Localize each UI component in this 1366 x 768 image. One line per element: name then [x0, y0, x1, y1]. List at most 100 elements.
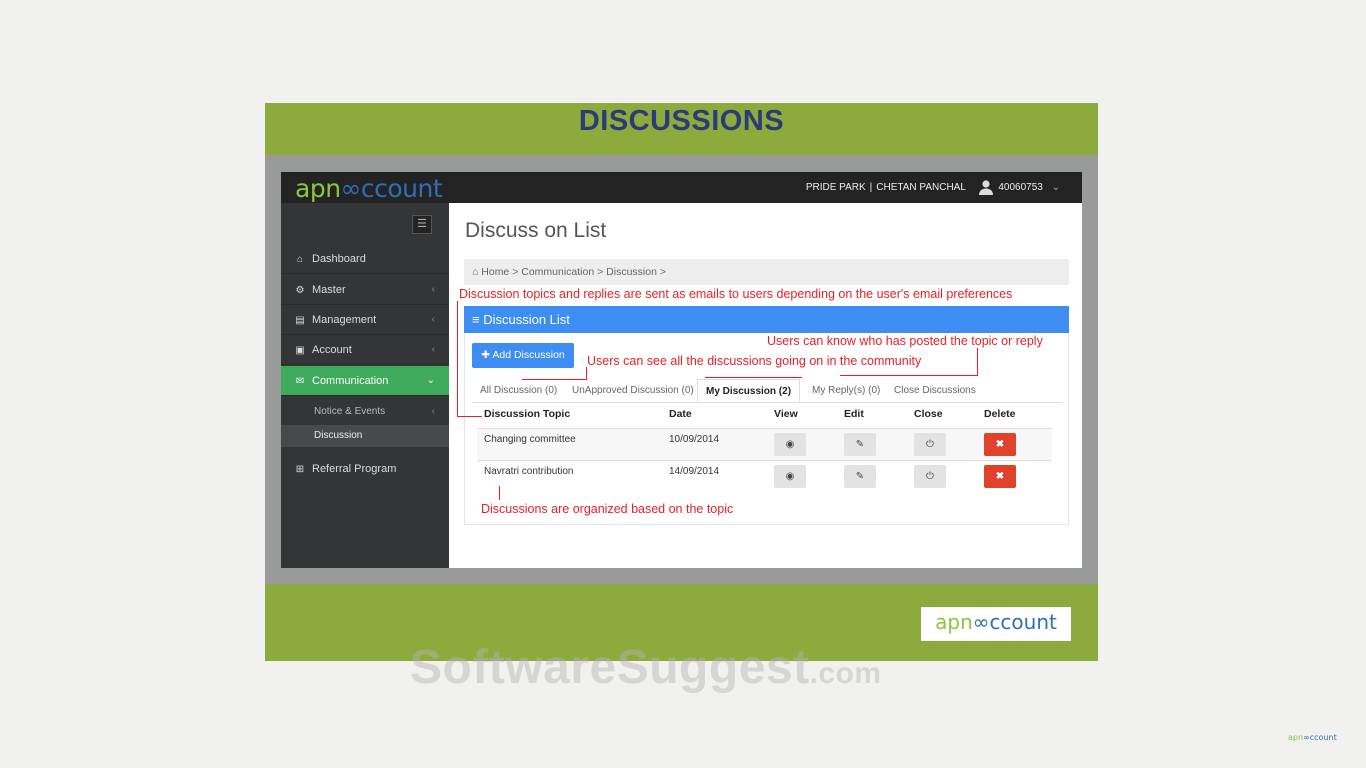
- sidebar-item-label: Referral Program: [312, 463, 397, 475]
- view-button[interactable]: ◉: [774, 433, 806, 456]
- col-header-close: Close: [914, 408, 943, 420]
- user-id: 40060753: [998, 182, 1043, 193]
- breadcrumb-text[interactable]: Home > Communication > Discussion >: [481, 266, 666, 278]
- plus-icon: ✚: [481, 349, 493, 361]
- chat-icon: ✉: [295, 376, 305, 387]
- money-icon: ▣: [295, 345, 305, 356]
- logo-swirl-icon: ∞: [972, 610, 990, 634]
- annotation-line: [977, 348, 978, 375]
- discussion-tabs: All Discussion (0) UnApproved Discussion…: [472, 379, 1062, 403]
- chevron-down-icon: ⌄: [426, 375, 435, 386]
- annotation-line: [840, 375, 978, 376]
- logo-text-2: ccount: [360, 174, 443, 203]
- panel-header: ≡ Discussion List: [464, 306, 1069, 333]
- col-header-date: Date: [669, 408, 692, 420]
- watermark-tld: .com: [809, 657, 882, 690]
- close-x-icon: ✖: [995, 471, 1005, 482]
- top-bar: apn∞ccount PRIDE PARK | CHETAN PANCHAL 400…: [281, 172, 1082, 203]
- corner-logo-text-2: ccount: [1309, 733, 1337, 742]
- eye-icon: ◉: [785, 439, 795, 450]
- slide-title: DISCUSSIONS: [578, 105, 785, 137]
- sidebar-item-label: Account: [312, 344, 352, 356]
- user-name: CHETAN PANCHAL: [876, 182, 966, 193]
- sidebar-item-label: Master: [312, 284, 346, 296]
- app-logo[interactable]: apn∞ccount: [295, 174, 443, 203]
- edit-icon: ✎: [855, 439, 865, 450]
- footer-logo-text-2: ccount: [989, 610, 1057, 634]
- topbar-separator: |: [869, 182, 873, 193]
- sidebar-item-referral[interactable]: ⊞ Referral Program: [281, 454, 449, 484]
- chevron-left-icon: ‹: [431, 344, 435, 355]
- topic-cell: Changing committee: [484, 434, 576, 445]
- annotation-line: [457, 301, 458, 417]
- watermark: SoftwareSuggest.com: [410, 640, 882, 695]
- col-header-view: View: [774, 408, 798, 420]
- tab-all-discussion[interactable]: All Discussion (0): [472, 379, 565, 402]
- annotation-organized: Discussions are organized based on the t…: [481, 502, 734, 516]
- breadcrumb: ⌂ Home > Communication > Discussion >: [464, 259, 1069, 285]
- annotation-line: [586, 367, 587, 379]
- sidebar: ☰ ⌂ Dashboard ⚙ Master ‹ ▤ Management ‹ ▣ Acco…: [281, 203, 449, 568]
- close-button[interactable]: ⏻: [914, 433, 946, 456]
- sidebar-item-communication[interactable]: ✉ Communication ⌄: [281, 366, 449, 396]
- add-discussion-button[interactable]: ✚ Add Discussion: [472, 343, 574, 368]
- annotation-all: Users can see all the discussions going …: [587, 354, 922, 368]
- add-discussion-label: Add Discussion: [492, 349, 565, 361]
- topic-cell: Navratri contribution: [484, 466, 574, 477]
- watermark-main: SoftwareSuggest: [410, 641, 810, 694]
- sidebar-item-master[interactable]: ⚙ Master ‹: [281, 275, 449, 305]
- sidebar-subitem-label: Discussion: [314, 430, 363, 441]
- chevron-left-icon: ‹: [431, 406, 435, 417]
- annotation-emails: Discussion topics and replies are sent a…: [459, 287, 1013, 301]
- edit-button[interactable]: ✎: [844, 433, 876, 456]
- table-row: Changing committee 10/09/2014 ◉ ✎ ⏻ ✖: [477, 428, 1052, 460]
- home-icon: ⌂: [472, 266, 482, 278]
- tab-unapproved-discussion[interactable]: UnApproved Discussion (0): [564, 379, 702, 402]
- edit-icon: ✎: [855, 471, 865, 482]
- chevron-down-icon: ⌄: [1051, 182, 1060, 193]
- annotation-line: [705, 377, 802, 378]
- view-button[interactable]: ◉: [774, 465, 806, 488]
- chevron-left-icon: ‹: [431, 314, 435, 325]
- footer-logo-text-1: apn: [935, 610, 973, 634]
- tab-my-discussion[interactable]: My Discussion (2): [697, 379, 801, 402]
- col-header-edit: Edit: [844, 408, 864, 420]
- sitemap-icon: ⊞: [295, 464, 305, 475]
- annotation-line: [457, 416, 482, 417]
- delete-button[interactable]: ✖: [984, 465, 1016, 488]
- sidebar-item-label: Management: [312, 314, 377, 326]
- menu-icon[interactable]: ☰: [412, 215, 432, 234]
- sidebar-subitem-discussion[interactable]: Discussion: [281, 425, 449, 447]
- sidebar-item-management[interactable]: ▤ Management ‹: [281, 305, 449, 335]
- page-title: Discuss on List: [465, 219, 607, 242]
- logo-swirl-icon: ∞: [340, 174, 362, 203]
- edit-button[interactable]: ✎: [844, 465, 876, 488]
- sidebar-item-label: Dashboard: [312, 253, 366, 265]
- power-icon: ⏻: [926, 439, 934, 450]
- close-x-icon: ✖: [995, 439, 1005, 450]
- logo-swirl-icon: ∞: [1303, 733, 1310, 742]
- sidebar-subitem-label: Notice & Events: [314, 406, 386, 417]
- tab-my-replies[interactable]: My Reply(s) (0): [804, 379, 888, 402]
- close-button[interactable]: ⏻: [914, 465, 946, 488]
- power-icon: ⏻: [926, 471, 934, 482]
- col-header-delete: Delete: [984, 408, 1016, 420]
- annotation-line: [522, 379, 587, 380]
- footer-logo: apn∞ccount: [921, 607, 1071, 641]
- chevron-left-icon: ‹: [431, 284, 435, 295]
- cogs-icon: ⚙: [295, 285, 305, 296]
- sidebar-item-account[interactable]: ▣ Account ‹: [281, 335, 449, 365]
- user-menu[interactable]: PRIDE PARK | CHETAN PANCHAL 40060753 ⌄: [806, 172, 1060, 203]
- delete-button[interactable]: ✖: [984, 433, 1016, 456]
- corner-logo-text-1: apn: [1288, 733, 1304, 742]
- sidebar-subitem-notice-events[interactable]: Notice & Events ‹: [281, 401, 449, 423]
- eye-icon: ◉: [785, 471, 795, 482]
- home-icon: ⌂: [296, 254, 304, 265]
- user-avatar-icon: [979, 180, 994, 196]
- corner-logo: apn∞ccount: [1288, 733, 1337, 742]
- sidebar-item-dashboard[interactable]: ⌂ Dashboard: [281, 244, 449, 274]
- society-name: PRIDE PARK: [805, 182, 866, 193]
- annotation-line: [499, 486, 500, 500]
- tab-close-discussions[interactable]: Close Discussions: [886, 379, 984, 402]
- logo-text-1: apn: [295, 174, 341, 203]
